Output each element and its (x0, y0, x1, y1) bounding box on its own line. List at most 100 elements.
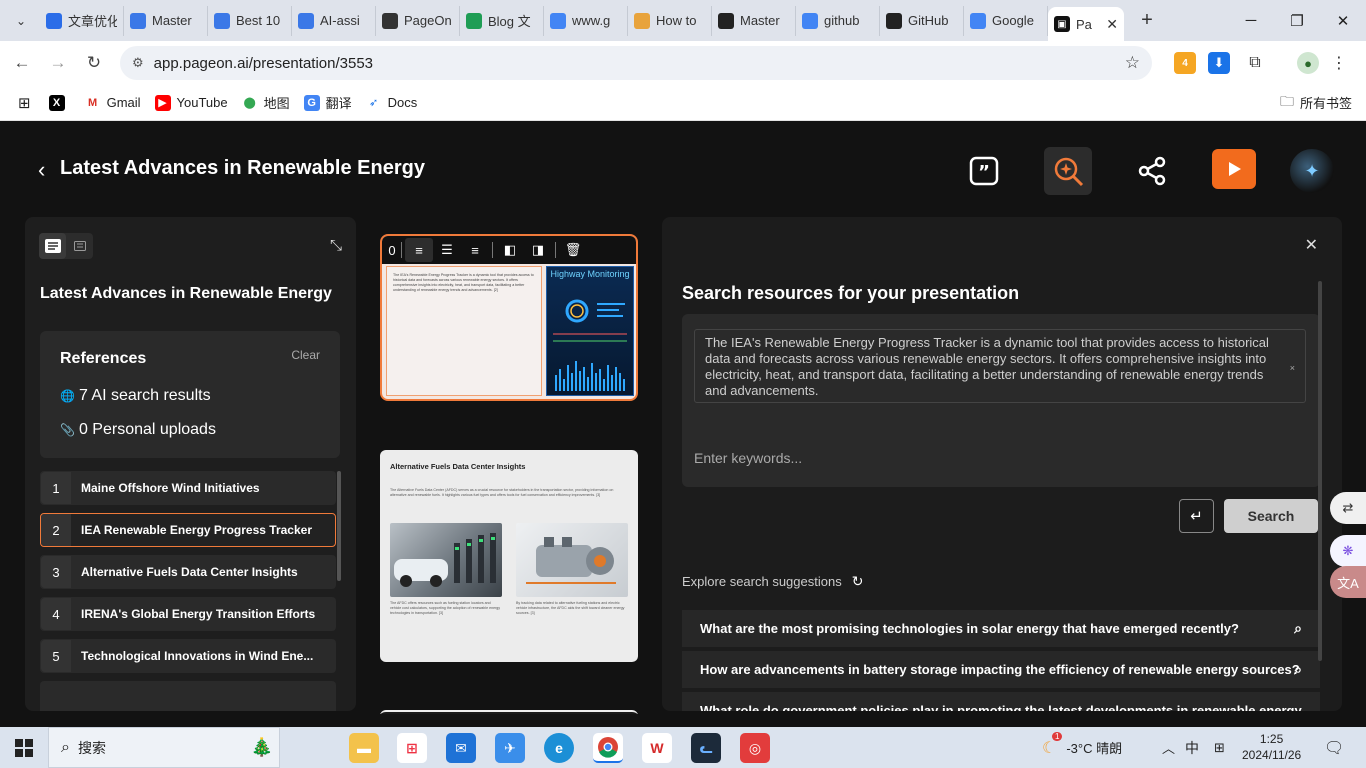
search-suggestion[interactable]: What are the most promising technologies… (682, 610, 1320, 648)
new-tab-button[interactable]: + (1132, 9, 1162, 32)
user-avatar[interactable]: ✦ (1290, 149, 1334, 193)
align-left-icon[interactable]: ≡ (405, 238, 433, 262)
search-button[interactable]: Search (1224, 499, 1318, 533)
browser-menu-icon[interactable]: ⋮ (1328, 52, 1350, 74)
share-button[interactable] (1128, 147, 1176, 195)
keyboard-grid-icon[interactable]: ⊞ (1214, 727, 1225, 768)
search-suggestion[interactable]: What role do government policies play in… (682, 692, 1320, 711)
site-info-icon[interactable]: ⚙ (132, 55, 144, 71)
collapse-icon[interactable]: ⤡ (330, 237, 342, 254)
forward-icon[interactable]: → (40, 53, 76, 73)
quote-button[interactable]: ” (960, 147, 1008, 195)
close-window-icon[interactable]: ✕ (1320, 0, 1366, 41)
bookmark-item[interactable]: ⬤ 地图 (241, 93, 290, 112)
edge-icon[interactable]: e (544, 733, 574, 763)
bookmark-star-icon[interactable]: ☆ (1125, 53, 1140, 73)
wps-icon[interactable]: W (642, 733, 672, 763)
notification-icon[interactable]: 🗨 (1324, 727, 1344, 768)
ai-results-line[interactable]: 🌐 7 AI search results (60, 387, 211, 405)
align-center-icon[interactable]: ☰ (433, 238, 461, 262)
browser-tab[interactable]: Best 10 (208, 5, 292, 36)
close-tab-icon[interactable]: ✕ (1106, 16, 1118, 33)
tab-active[interactable]: ▣ Pa ✕ (1048, 7, 1124, 41)
extensions-puzzle-icon[interactable]: ⧉ (1244, 52, 1266, 74)
enter-button[interactable]: ↵ (1179, 499, 1214, 533)
clear-button[interactable]: Clear (291, 348, 320, 362)
ai-brain-icon[interactable]: ❋ (1330, 535, 1366, 567)
minimize-icon[interactable]: ─ (1228, 0, 1274, 41)
mail-icon[interactable]: ✉ (446, 733, 476, 763)
reference-item[interactable]: 1 Maine Offshore Wind Initiatives (40, 471, 336, 505)
left-scrollbar[interactable] (337, 471, 341, 581)
browser-tab[interactable]: 文章优化 (40, 5, 124, 36)
search-icon[interactable]: ⌕ (1294, 620, 1302, 637)
close-icon[interactable]: ✕ (1305, 235, 1318, 255)
chrome-icon[interactable] (593, 733, 623, 763)
all-bookmarks[interactable]: 🗀 所有书签 (1280, 91, 1352, 115)
browser-tab[interactable]: Master (712, 5, 796, 36)
bookmark-item[interactable]: X (48, 94, 71, 111)
feishu-icon[interactable]: ✈ (495, 733, 525, 763)
cat-app-icon[interactable]: ᓚ (691, 733, 721, 763)
list-item-partial[interactable] (40, 681, 336, 711)
reload-icon[interactable]: ↻ (76, 53, 112, 73)
align-right-icon[interactable]: ≡ (461, 238, 489, 262)
maximize-icon[interactable]: ❐ (1274, 0, 1320, 41)
tray-chevron-icon[interactable]: ︿ (1162, 727, 1175, 768)
browser-tab[interactable]: Blog 文 (460, 5, 544, 36)
reference-item[interactable]: 2 IEA Renewable Energy Progress Tracker (40, 513, 336, 547)
bookmark-item[interactable]: ➶ Docs (365, 94, 417, 111)
slide-text-block[interactable]: The IEA's Renewable Energy Progress Trac… (386, 266, 542, 396)
engine-image[interactable] (516, 523, 628, 597)
url-bar[interactable]: ⚙ app.pageon.ai/presentation/3553 ☆ (120, 46, 1152, 80)
bookmark-item[interactable]: ▶ YouTube (154, 94, 228, 111)
extension-badge-icon[interactable]: 4 (1174, 52, 1196, 74)
reference-item[interactable]: 4 IRENA's Global Energy Transition Effort… (40, 597, 336, 631)
search-suggestion[interactable]: How are advancements in battery storage … (682, 651, 1320, 689)
ai-search-button[interactable] (1044, 147, 1092, 195)
windows-start-icon[interactable] (0, 727, 48, 768)
layout-left-icon[interactable]: ◧ (496, 238, 524, 262)
keywords-input[interactable] (694, 446, 1294, 470)
toolbar-partial-icon[interactable]: 0 (386, 238, 398, 262)
screenshot-tool-icon[interactable]: ⇄ (1330, 492, 1366, 524)
play-button[interactable] (1212, 149, 1256, 189)
ev-charging-image[interactable] (390, 523, 502, 597)
tab-search-icon[interactable]: ⌄ (8, 8, 34, 34)
back-icon[interactable]: ← (4, 53, 40, 73)
right-scrollbar[interactable] (1318, 281, 1322, 661)
search-icon[interactable]: ⌕ (1294, 661, 1302, 678)
delete-icon[interactable]: 🗑 (559, 238, 587, 262)
taskbar-clock[interactable]: 1:25 2024/11/26 (1242, 731, 1301, 763)
profile-avatar-icon[interactable]: ● (1297, 52, 1319, 74)
browser-tab[interactable]: GitHub (880, 5, 964, 36)
download-extension-icon[interactable]: ⬇ (1208, 52, 1230, 74)
back-chevron-icon[interactable]: ‹ (38, 157, 45, 183)
slide-4-thumbnail[interactable] (380, 710, 638, 714)
file-explorer-icon[interactable]: ▬ (349, 733, 379, 763)
slide-view-icon[interactable] (66, 233, 93, 259)
browser-tab[interactable]: AI-assi (292, 5, 376, 36)
personal-uploads-line[interactable]: 📎 0 Personal uploads (60, 421, 216, 439)
netease-music-icon[interactable]: ◎ (740, 733, 770, 763)
ime-indicator[interactable]: 中 (1185, 727, 1199, 768)
reference-item[interactable]: 5 Technological Innovations in Wind Ene..… (40, 639, 336, 673)
bookmark-item[interactable]: M Gmail (84, 94, 141, 111)
slide-2-thumbnail[interactable]: 0 ≡ ☰ ≡ ◧ ◨ 🗑 The IEA's Renewable Energy… (380, 234, 638, 401)
list-view-icon[interactable] (39, 233, 66, 259)
translate-float-icon[interactable]: 文A (1330, 566, 1366, 598)
browser-tab[interactable]: Google (964, 5, 1048, 36)
browser-tab[interactable]: www.g (544, 5, 628, 36)
layout-right-icon[interactable]: ◨ (524, 238, 552, 262)
ms-store-icon[interactable]: ⊞ (397, 733, 427, 763)
reference-item[interactable]: 3 Alternative Fuels Data Center Insights (40, 555, 336, 589)
slide-3-thumbnail[interactable]: Alternative Fuels Data Center Insights T… (380, 450, 638, 662)
refresh-icon[interactable]: ↻ (852, 573, 864, 590)
context-chip[interactable]: The IEA's Renewable Energy Progress Trac… (694, 329, 1306, 403)
browser-tab[interactable]: How to (628, 5, 712, 36)
weather-widget[interactable]: ☾ 1 -3°C 晴朗 (1042, 727, 1122, 768)
slide-image[interactable]: Highway Monitoring (546, 266, 634, 396)
browser-tab[interactable]: Master (124, 5, 208, 36)
apps-grid-icon[interactable]: ⊞ (18, 94, 31, 112)
bookmark-item[interactable]: G 翻译 (303, 93, 352, 112)
